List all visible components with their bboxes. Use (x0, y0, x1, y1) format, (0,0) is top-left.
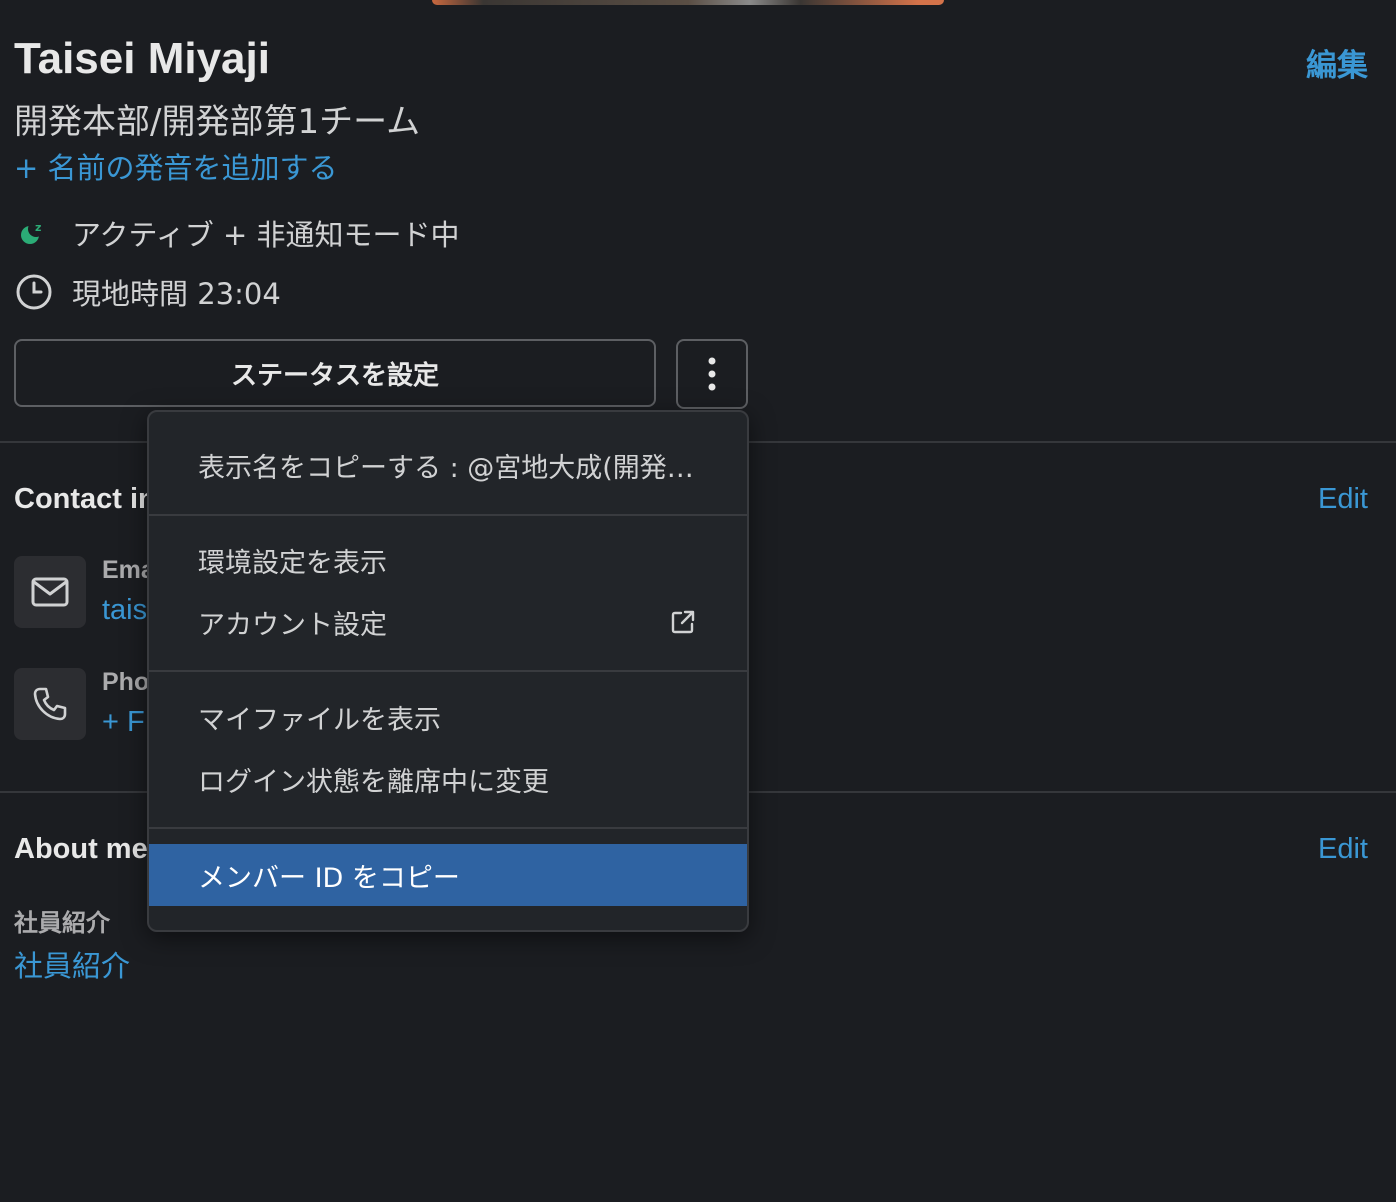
phone-icon (33, 687, 67, 721)
profile-name: Taisei Miyaji (14, 34, 270, 83)
presence-status-text: アクティブ + 非通知モード中 (72, 218, 460, 252)
more-actions-menu: 表示名をコピーする : @宮地大成(開発… 環境設定を表示 アカウント設定 マイ… (147, 410, 749, 932)
dnd-active-icon: z (14, 213, 54, 253)
set-status-button[interactable]: ステータスを設定 (14, 339, 656, 407)
menu-item-copy-display-name[interactable]: 表示名をコピーする : @宮地大成(開発… (149, 434, 747, 496)
phone-label: Pho (102, 668, 150, 696)
menu-item-label: ログイン状態を離席中に変更 (198, 766, 549, 798)
profile-photo[interactable] (432, 0, 944, 5)
email-icon-box (14, 556, 86, 628)
menu-separator (149, 670, 747, 672)
about-section-title: About me (14, 833, 148, 865)
menu-item-label: アカウント設定 (198, 609, 387, 641)
phone-icon-box (14, 668, 86, 740)
external-link-icon (671, 610, 695, 634)
contact-section-title: Contact in (14, 483, 156, 515)
menu-item-view-preferences[interactable]: 環境設定を表示 (149, 529, 747, 591)
contact-edit-button[interactable]: Edit (1318, 483, 1368, 516)
menu-separator (149, 514, 747, 516)
menu-item-set-away[interactable]: ログイン状態を離席中に変更 (149, 748, 747, 810)
vertical-ellipsis-icon (708, 357, 716, 391)
menu-item-label: 環境設定を表示 (198, 547, 387, 579)
edit-profile-button[interactable]: 編集 (1306, 40, 1368, 85)
menu-item-account-settings[interactable]: アカウント設定 (149, 591, 747, 653)
email-link[interactable]: tais (102, 594, 147, 627)
about-field-label: 社員紹介 (14, 909, 110, 937)
menu-item-view-files[interactable]: マイファイルを表示 (149, 686, 747, 748)
profile-panel: Taisei Miyaji 編集 開発本部/開発部第1チーム + 名前の発音を追… (0, 0, 1396, 1202)
menu-separator (149, 827, 747, 829)
more-actions-button[interactable] (676, 339, 748, 409)
clock-icon (14, 272, 54, 312)
add-phone-link[interactable]: + F (102, 706, 145, 739)
status-row: z アクティブ + 非通知モード中 (14, 212, 460, 254)
menu-item-label: 表示名をコピーする : @宮地大成(開発… (198, 452, 694, 484)
menu-item-label: マイファイルを表示 (198, 704, 441, 736)
add-name-pronunciation-link[interactable]: + 名前の発音を追加する (14, 145, 338, 187)
profile-title: 開発本部/開発部第1チーム (14, 102, 421, 142)
svg-text:z: z (35, 221, 41, 234)
menu-item-copy-member-id[interactable]: メンバー ID をコピー (149, 844, 747, 906)
local-time-row: 現地時間 23:04 (14, 271, 281, 313)
envelope-icon (31, 577, 69, 607)
local-time-text: 現地時間 23:04 (72, 277, 281, 311)
about-edit-button[interactable]: Edit (1318, 833, 1368, 866)
menu-item-label: メンバー ID をコピー (198, 862, 460, 894)
about-field-value[interactable]: 社員紹介 (14, 943, 130, 985)
